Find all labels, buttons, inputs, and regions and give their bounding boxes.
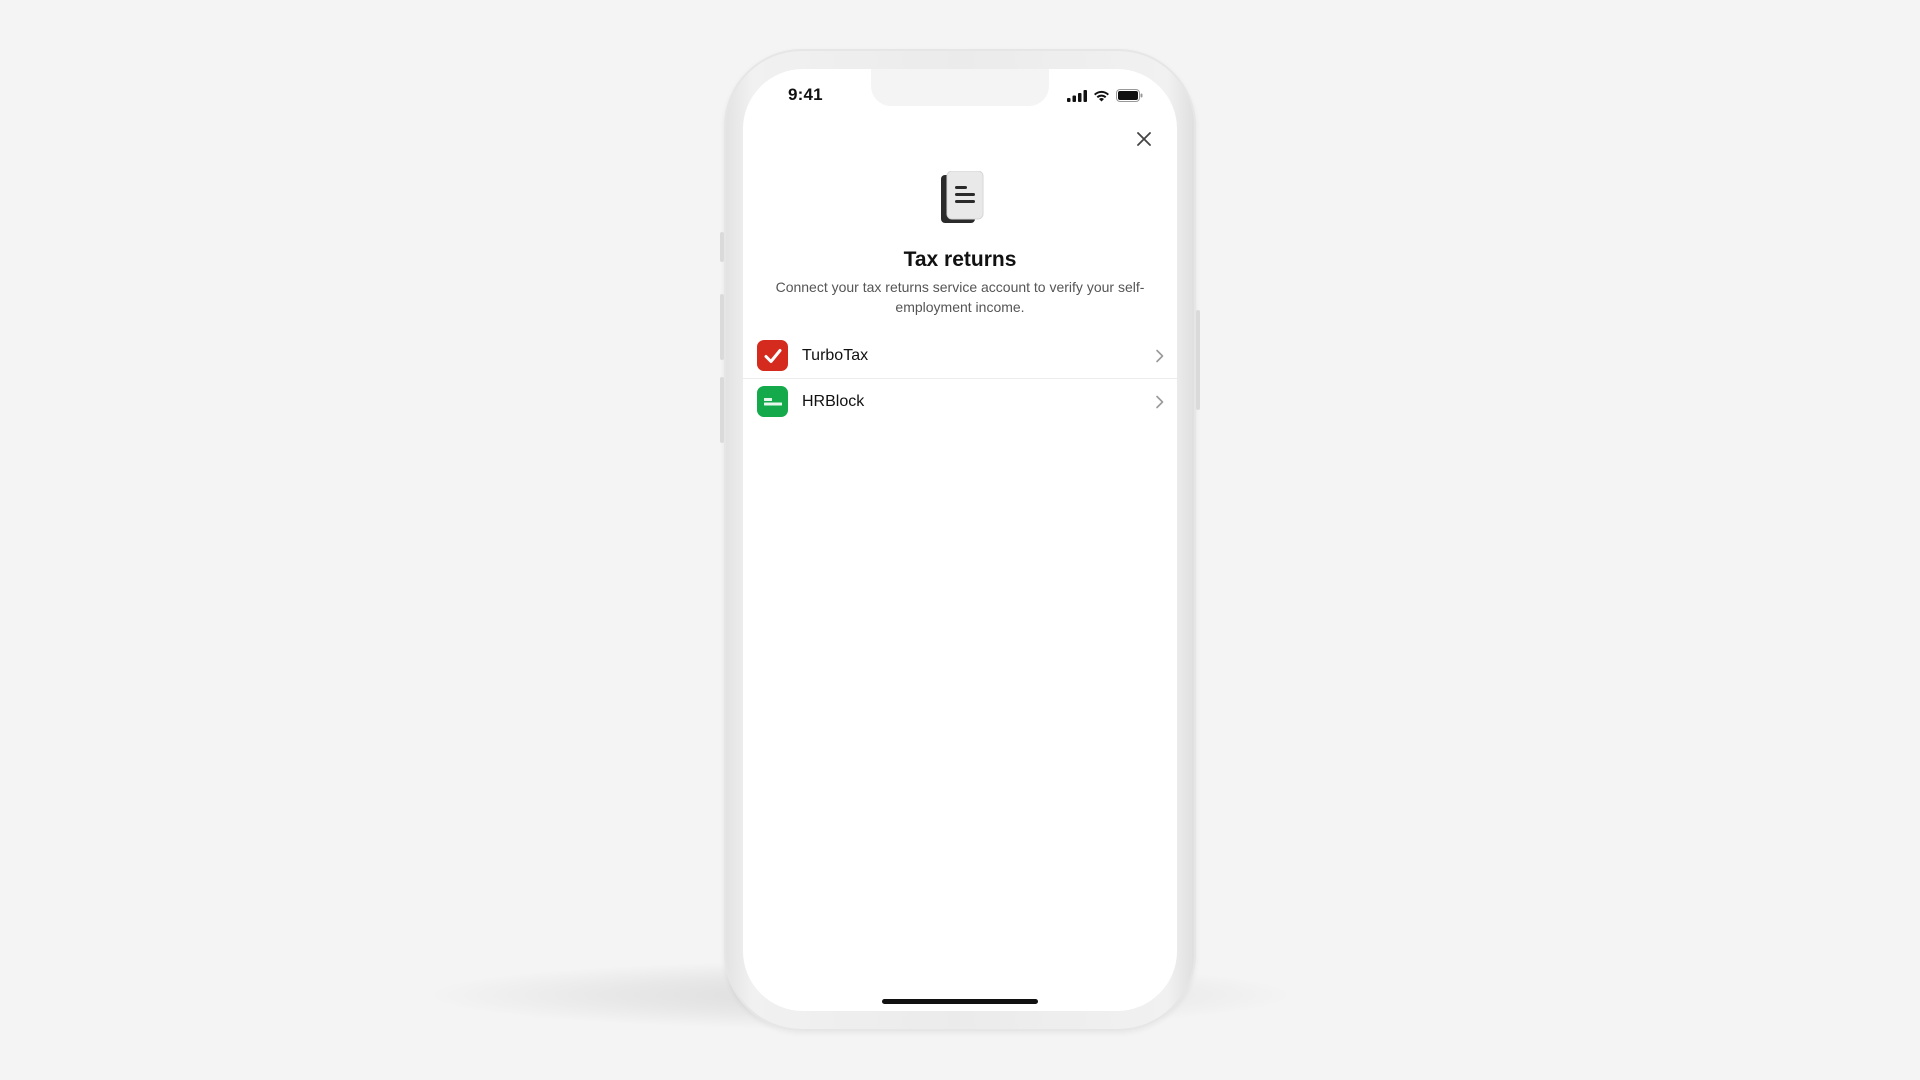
notch xyxy=(871,69,1049,106)
provider-list: TurboTax HRBlock xyxy=(743,333,1177,424)
page-subtitle: Connect your tax returns service account… xyxy=(775,279,1145,315)
signal-icon xyxy=(1067,89,1087,102)
provider-item-turbotax[interactable]: TurboTax xyxy=(743,333,1177,378)
chevron-right-icon xyxy=(1156,349,1164,362)
chevron-right-icon xyxy=(1156,395,1164,408)
battery-icon xyxy=(1116,89,1143,102)
volume-down-button xyxy=(720,377,724,443)
provider-label: HRBlock xyxy=(802,392,865,410)
hrblock-logo-icon xyxy=(757,386,788,417)
close-icon xyxy=(1137,132,1151,146)
close-button[interactable] xyxy=(1131,126,1157,152)
provider-label: TurboTax xyxy=(802,346,869,364)
power-button xyxy=(1196,310,1200,410)
wifi-icon xyxy=(1094,90,1109,101)
status-time: 9:41 xyxy=(788,85,823,104)
presentation-stage: 9:41 Tax returns Connect your tax return… xyxy=(0,0,1920,1080)
phone-screen: 9:41 Tax returns Connect your tax return… xyxy=(743,69,1177,1011)
mute-switch xyxy=(720,232,724,262)
page-title: Tax returns xyxy=(903,248,1017,271)
volume-up-button xyxy=(720,294,724,360)
status-icons xyxy=(1067,89,1143,102)
document-icon xyxy=(941,171,984,223)
home-indicator[interactable] xyxy=(882,999,1038,1004)
turbotax-logo-icon xyxy=(757,340,788,371)
provider-item-hrblock[interactable]: HRBlock xyxy=(743,378,1177,424)
